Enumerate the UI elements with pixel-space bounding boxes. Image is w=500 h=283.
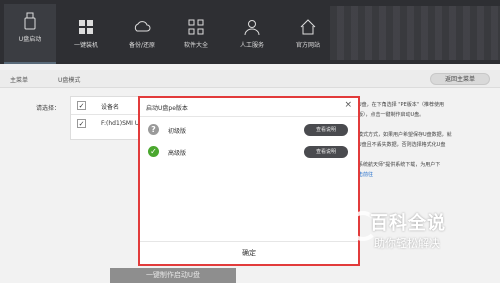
- select-all-checkbox[interactable]: ✓: [77, 101, 86, 110]
- toolbar-item-backup-restore[interactable]: 备份/还原: [116, 10, 168, 60]
- table-row[interactable]: ✓ F:(hd1)SMI U: [71, 115, 145, 133]
- download-link[interactable]: 击前往: [358, 170, 498, 180]
- watermark-subtitle: 助你轻松解决: [374, 237, 440, 250]
- breadcrumb-home[interactable]: 主菜单: [10, 75, 28, 84]
- toolbar-item-label: U盘启动: [18, 36, 42, 43]
- close-icon[interactable]: ×: [344, 100, 352, 110]
- view-description-button[interactable]: 查看说明: [304, 146, 348, 158]
- breadcrumb: 主菜单 U盘模式 返回主菜单: [0, 70, 500, 88]
- cloud-icon: [134, 21, 151, 32]
- toolbar-item-label: 备份/还原: [128, 42, 156, 49]
- person-icon: [244, 20, 260, 36]
- windows-icon: [79, 20, 93, 34]
- toolbar-item-label: 一键装机: [73, 42, 98, 49]
- dialog-title: 启动U盘pe版本: [146, 105, 188, 112]
- top-toolbar: U盘启动 一键装机 备份/还原 软件大全 人工服务 官方网站: [0, 0, 500, 64]
- usb-drive-icon: [24, 12, 36, 30]
- device-table: ✓ 设备名 ✓ F:(hd1)SMI U: [70, 96, 146, 140]
- question-icon: ?: [148, 124, 159, 135]
- table-header-device: 设备名: [101, 104, 120, 111]
- toolbar-item-label: 软件大全: [183, 42, 208, 49]
- instruction-line: [358, 150, 498, 160]
- toolbar-item-label: 人工服务: [239, 42, 264, 49]
- view-description-button[interactable]: 查看说明: [304, 124, 348, 136]
- device-name: F:(hd1)SMI U: [101, 120, 140, 127]
- option-name: 高级版: [168, 150, 187, 157]
- select-label: 请选择：: [36, 105, 61, 112]
- toolbar-item-one-click-install[interactable]: 一键装机: [60, 10, 112, 60]
- grid-icon: [188, 19, 204, 35]
- toolbar-item-label: 官方网站: [295, 42, 320, 49]
- make-boot-usb-button[interactable]: 一键制作启动U盘: [110, 268, 236, 283]
- table-header: ✓ 设备名: [71, 97, 145, 115]
- option-basic[interactable]: ? 初级版 查看说明: [140, 120, 358, 140]
- instruction-line: 模式方式，如果用户希望保存U盘数据，就: [358, 132, 452, 138]
- toolbar-item-website[interactable]: 官方网站: [282, 10, 334, 60]
- watermark-logo: 百科全说 助你轻松解决: [348, 207, 468, 261]
- back-to-main-button[interactable]: 返回主菜单: [430, 73, 490, 85]
- toolbar-item-usb-boot[interactable]: U盘启动: [4, 4, 56, 64]
- divider: [140, 241, 358, 242]
- checkmark-icon: ✓: [148, 146, 159, 157]
- confirm-button[interactable]: 确定: [140, 248, 358, 258]
- watermark-title: 百科全说: [370, 213, 446, 234]
- row-checkbox[interactable]: ✓: [77, 119, 86, 128]
- mosaic-blur: [330, 6, 500, 60]
- instruction-line: U盘且不丢失数据，否则选择格式化U盘: [358, 142, 446, 148]
- breadcrumb-current: U盘模式: [58, 77, 81, 84]
- toolbar-item-software[interactable]: 软件大全: [170, 10, 222, 60]
- instruction-line: U盘，在下角选择 "PE版本"（推荐使用: [358, 102, 445, 108]
- instructions-text: U盘，在下角选择 "PE版本"（推荐使用 版），点击一键制作启动U盘。 模式方式…: [358, 100, 498, 180]
- instruction-line: 系统航天师"提供系统下载，为用户下: [358, 162, 441, 168]
- toolbar-item-support[interactable]: 人工服务: [226, 10, 278, 60]
- instruction-line: 版），点击一键制作启动U盘。: [358, 112, 425, 118]
- divider: [140, 116, 358, 117]
- option-name: 初级版: [168, 128, 187, 135]
- instruction-line: [358, 120, 498, 130]
- option-advanced[interactable]: ✓ 高级版 查看说明: [140, 142, 358, 162]
- home-icon: [300, 19, 316, 35]
- pe-version-dialog: 启动U盘pe版本 × ? 初级版 查看说明 ✓ 高级版 查看说明 确定: [138, 96, 360, 266]
